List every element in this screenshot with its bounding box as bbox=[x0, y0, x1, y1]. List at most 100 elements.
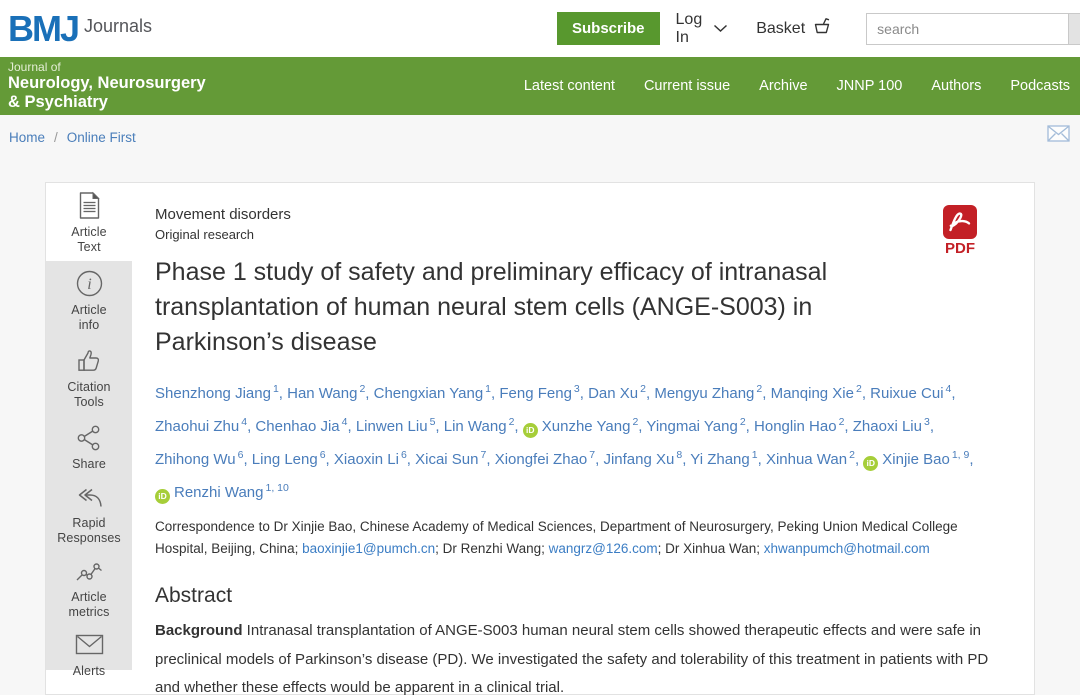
breadcrumb-separator: / bbox=[54, 130, 58, 145]
sidebar-item-label: Articlemetrics bbox=[48, 590, 130, 620]
chevron-down-icon bbox=[713, 20, 728, 38]
author-link[interactable]: Xiongfei Zhao bbox=[495, 451, 588, 468]
share-icon bbox=[75, 424, 103, 454]
login-label: Log In bbox=[676, 11, 705, 47]
sidebar-item-label: Alerts bbox=[48, 664, 130, 679]
sidebar-item-label: RapidResponses bbox=[48, 516, 130, 546]
sidebar-item-label: Articleinfo bbox=[48, 303, 130, 333]
breadcrumb-online-first[interactable]: Online First bbox=[67, 130, 136, 145]
author-link[interactable]: Ruixue Cui bbox=[870, 385, 943, 402]
sidebar-item-alerts[interactable]: Alerts bbox=[46, 626, 132, 685]
author-link[interactable]: Zhihong Wu bbox=[155, 451, 236, 468]
article-text-icon bbox=[77, 191, 102, 221]
author-link[interactable]: Yingmai Yang bbox=[646, 418, 737, 435]
nav-current-issue[interactable]: Current issue bbox=[644, 78, 730, 94]
header-actions: Subscribe Log In Basket Search bbox=[557, 12, 1080, 45]
journal-name-line1: Neurology, Neurosurgery bbox=[8, 74, 206, 93]
author-link[interactable]: Shenzhong Jiang bbox=[155, 385, 271, 402]
search-input[interactable] bbox=[866, 13, 1069, 45]
breadcrumb: Home / Online First bbox=[0, 115, 1080, 160]
author-link[interactable]: Renzhi Wang bbox=[174, 484, 264, 501]
sidebar-item-rapid-responses[interactable]: RapidResponses bbox=[46, 478, 132, 552]
orcid-icon[interactable]: iD bbox=[523, 423, 538, 438]
author-affiliation-sup: 1, 9 bbox=[952, 449, 970, 461]
nav-jnnp-100[interactable]: JNNP 100 bbox=[837, 78, 903, 94]
author-affiliation-sup: 1, 10 bbox=[266, 482, 289, 494]
citation-tools-icon bbox=[75, 347, 103, 377]
journal-name-line2: & Psychiatry bbox=[8, 93, 206, 112]
author-link[interactable]: Mengyu Zhang bbox=[654, 385, 754, 402]
search-button[interactable]: Search bbox=[1069, 13, 1080, 45]
correspondence-email-link[interactable]: baoxinjie1@pumch.cn bbox=[302, 541, 435, 556]
breadcrumb-home[interactable]: Home bbox=[9, 130, 45, 145]
author-link[interactable]: Manqing Xie bbox=[771, 385, 854, 402]
author-link[interactable]: Xinjie Bao bbox=[882, 451, 950, 468]
author-link[interactable]: Honglin Hao bbox=[754, 418, 837, 435]
nav-authors[interactable]: Authors bbox=[931, 78, 981, 94]
pdf-download[interactable]: PDF bbox=[943, 205, 977, 257]
correspondence: Correspondence to Dr Xinjie Bao, Chinese… bbox=[155, 516, 975, 560]
author-link[interactable]: Xiaoxin Li bbox=[334, 451, 399, 468]
alerts-icon bbox=[75, 634, 104, 664]
bmj-logo-text: BMJ bbox=[8, 8, 78, 49]
nav-podcasts[interactable]: Podcasts bbox=[1010, 78, 1070, 94]
article-sidebar: ArticleText i Articleinfo CitationTools Shar… bbox=[46, 183, 132, 670]
author-link[interactable]: Lin Wang bbox=[444, 418, 507, 435]
sidebar-item-article-info[interactable]: i Articleinfo bbox=[46, 261, 132, 339]
page-title: Phase 1 study of safety and preliminary … bbox=[155, 255, 890, 360]
author-link[interactable]: Dan Xu bbox=[588, 385, 638, 402]
author-link[interactable]: Chenhao Jia bbox=[255, 418, 339, 435]
bmj-logo[interactable]: BMJ Journals bbox=[8, 8, 152, 50]
article-section: Movement disorders bbox=[155, 206, 1010, 223]
sidebar-item-label: ArticleText bbox=[48, 225, 130, 255]
nav-archive[interactable]: Archive bbox=[759, 78, 807, 94]
article-content: PDF Movement disorders Original research… bbox=[132, 183, 1034, 694]
sidebar-item-article-metrics[interactable]: Articlemetrics bbox=[46, 552, 132, 626]
article-metrics-icon bbox=[75, 560, 104, 590]
nav-latest-content[interactable]: Latest content bbox=[524, 78, 615, 94]
correspondence-text: ; Dr Xinhua Wan; bbox=[658, 541, 764, 556]
pdf-icon bbox=[943, 205, 977, 239]
author-link[interactable]: Jinfang Xu bbox=[603, 451, 674, 468]
article-type: Original research bbox=[155, 227, 1010, 242]
author-list: Shenzhong Jiang1, Han Wang2, Chengxian Y… bbox=[155, 375, 987, 507]
author-link[interactable]: Xunzhe Yang bbox=[542, 418, 631, 435]
article-info-icon: i bbox=[75, 269, 104, 299]
author-link[interactable]: Yi Zhang bbox=[690, 451, 749, 468]
login-button[interactable]: Log In bbox=[676, 11, 729, 47]
journal-title[interactable]: Journal of Neurology, Neurosurgery & Psy… bbox=[8, 60, 206, 112]
author-link[interactable]: Ling Leng bbox=[252, 451, 318, 468]
abstract-background: Background Intranasal transplantation of… bbox=[155, 617, 1010, 695]
bmj-journals-text: Journals bbox=[84, 16, 152, 36]
abstract-background-text: Intranasal transplantation of ANGE-S003 … bbox=[155, 622, 988, 695]
sidebar-item-article-text[interactable]: ArticleText bbox=[46, 183, 132, 261]
orcid-icon[interactable]: iD bbox=[863, 456, 878, 471]
article-card: ArticleText i Articleinfo CitationTools Shar… bbox=[45, 182, 1035, 695]
correspondence-email-link[interactable]: wangrz@126.com bbox=[549, 541, 658, 556]
author-link[interactable]: Xicai Sun bbox=[415, 451, 478, 468]
author-link[interactable]: Zhaohui Zhu bbox=[155, 418, 239, 435]
author-link[interactable]: Xinhua Wan bbox=[766, 451, 847, 468]
email-icon[interactable] bbox=[1047, 125, 1070, 145]
basket-icon bbox=[812, 17, 833, 40]
author-link[interactable]: Han Wang bbox=[287, 385, 357, 402]
sidebar-item-label: CitationTools bbox=[48, 380, 130, 410]
journal-kicker: Journal of bbox=[8, 60, 206, 74]
sidebar-item-citation-tools[interactable]: CitationTools bbox=[46, 339, 132, 416]
pdf-label: PDF bbox=[943, 240, 977, 257]
subscribe-button[interactable]: Subscribe bbox=[557, 12, 660, 45]
svg-text:i: i bbox=[87, 276, 91, 293]
journal-navbar: Journal of Neurology, Neurosurgery & Psy… bbox=[0, 57, 1080, 115]
sidebar-item-share[interactable]: Share bbox=[46, 416, 132, 478]
abstract-heading: Abstract bbox=[155, 584, 1010, 608]
rapid-responses-icon bbox=[75, 486, 104, 516]
author-link[interactable]: Zhaoxi Liu bbox=[853, 418, 922, 435]
correspondence-email-link[interactable]: xhwanpumch@hotmail.com bbox=[764, 541, 930, 556]
author-link[interactable]: Linwen Liu bbox=[356, 418, 428, 435]
author-link[interactable]: Feng Feng bbox=[499, 385, 572, 402]
abstract-background-label: Background bbox=[155, 622, 243, 639]
orcid-icon[interactable]: iD bbox=[155, 489, 170, 504]
author-link[interactable]: Chengxian Yang bbox=[374, 385, 484, 402]
basket-button[interactable]: Basket bbox=[756, 17, 833, 40]
correspondence-text: ; Dr Renzhi Wang; bbox=[435, 541, 549, 556]
